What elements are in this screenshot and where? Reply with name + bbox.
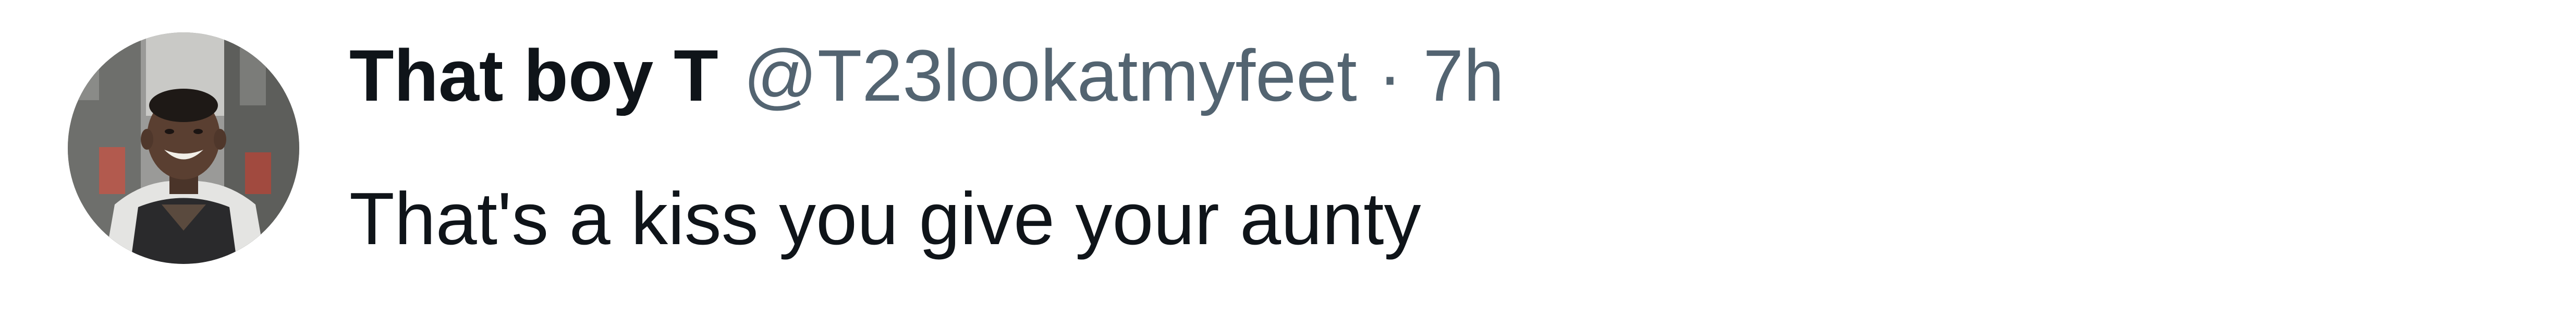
tweet-card[interactable]: That boy T @T23lookatmyfeet · 7h That's … <box>0 0 2576 313</box>
tweet-header: That boy T @T23lookatmyfeet · 7h <box>349 37 1504 115</box>
author-avatar[interactable] <box>68 32 299 264</box>
author-handle[interactable]: @T23lookatmyfeet <box>743 37 1357 115</box>
tweet-timestamp[interactable]: 7h <box>1423 37 1504 115</box>
tweet-text: That's a kiss you give your aunty <box>349 177 1421 260</box>
header-separator: · <box>1377 34 1402 116</box>
avatar-photo-icon <box>68 32 299 264</box>
author-display-name[interactable]: That boy T <box>349 37 718 115</box>
